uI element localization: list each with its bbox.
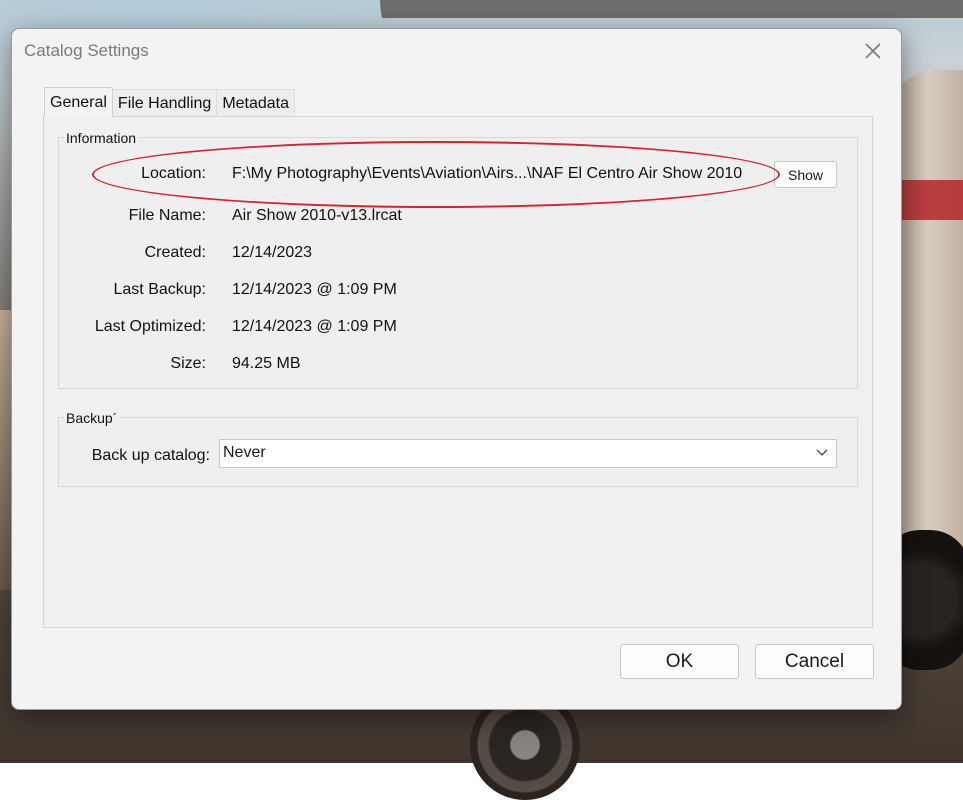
file-name-label: File Name: — [128, 207, 206, 224]
cancel-button[interactable]: Cancel — [755, 644, 874, 679]
tab-metadata[interactable]: Metadata — [216, 89, 296, 117]
location-label: Location: — [141, 165, 206, 182]
back-up-catalog-label: Back up catalog: — [91, 447, 210, 464]
location-value: F:\My Photography\Events\Aviation\Airs..… — [232, 165, 743, 182]
backup-frequency-select[interactable]: Never — [219, 439, 837, 468]
close-icon[interactable] — [859, 37, 887, 65]
chevron-down-icon — [816, 443, 828, 466]
tab-file-handling[interactable]: File Handling — [111, 89, 218, 117]
show-location-button[interactable]: Show — [774, 161, 837, 188]
last-optimized-label: Last Optimized: — [94, 318, 206, 335]
size-value: 94.25 MB — [232, 355, 301, 372]
information-group-label: Information — [64, 130, 139, 146]
last-backup-value: 12/14/2023 @ 1:09 PM — [232, 281, 397, 298]
dialog-titlebar: Catalog Settings — [12, 29, 901, 73]
backup-group-label: Backup´ — [64, 410, 120, 426]
size-label: Size: — [170, 355, 206, 372]
backup-frequency-value: Never — [223, 444, 266, 461]
created-label: Created: — [144, 244, 206, 261]
created-value: 12/14/2023 — [232, 244, 313, 261]
dialog-title: Catalog Settings — [24, 41, 149, 60]
ok-button[interactable]: OK — [620, 644, 739, 679]
tab-bar: General File Handling Metadata — [44, 87, 296, 117]
last-optimized-value: 12/14/2023 @ 1:09 PM — [232, 318, 397, 335]
file-name-value: Air Show 2010-v13.lrcat — [232, 207, 402, 224]
general-tab-panel: Information Location: F:\My Photography\… — [43, 116, 873, 628]
last-backup-label: Last Backup: — [113, 281, 207, 298]
catalog-settings-dialog: Catalog Settings General File Handling M… — [11, 28, 902, 710]
tab-general[interactable]: General — [44, 87, 113, 117]
